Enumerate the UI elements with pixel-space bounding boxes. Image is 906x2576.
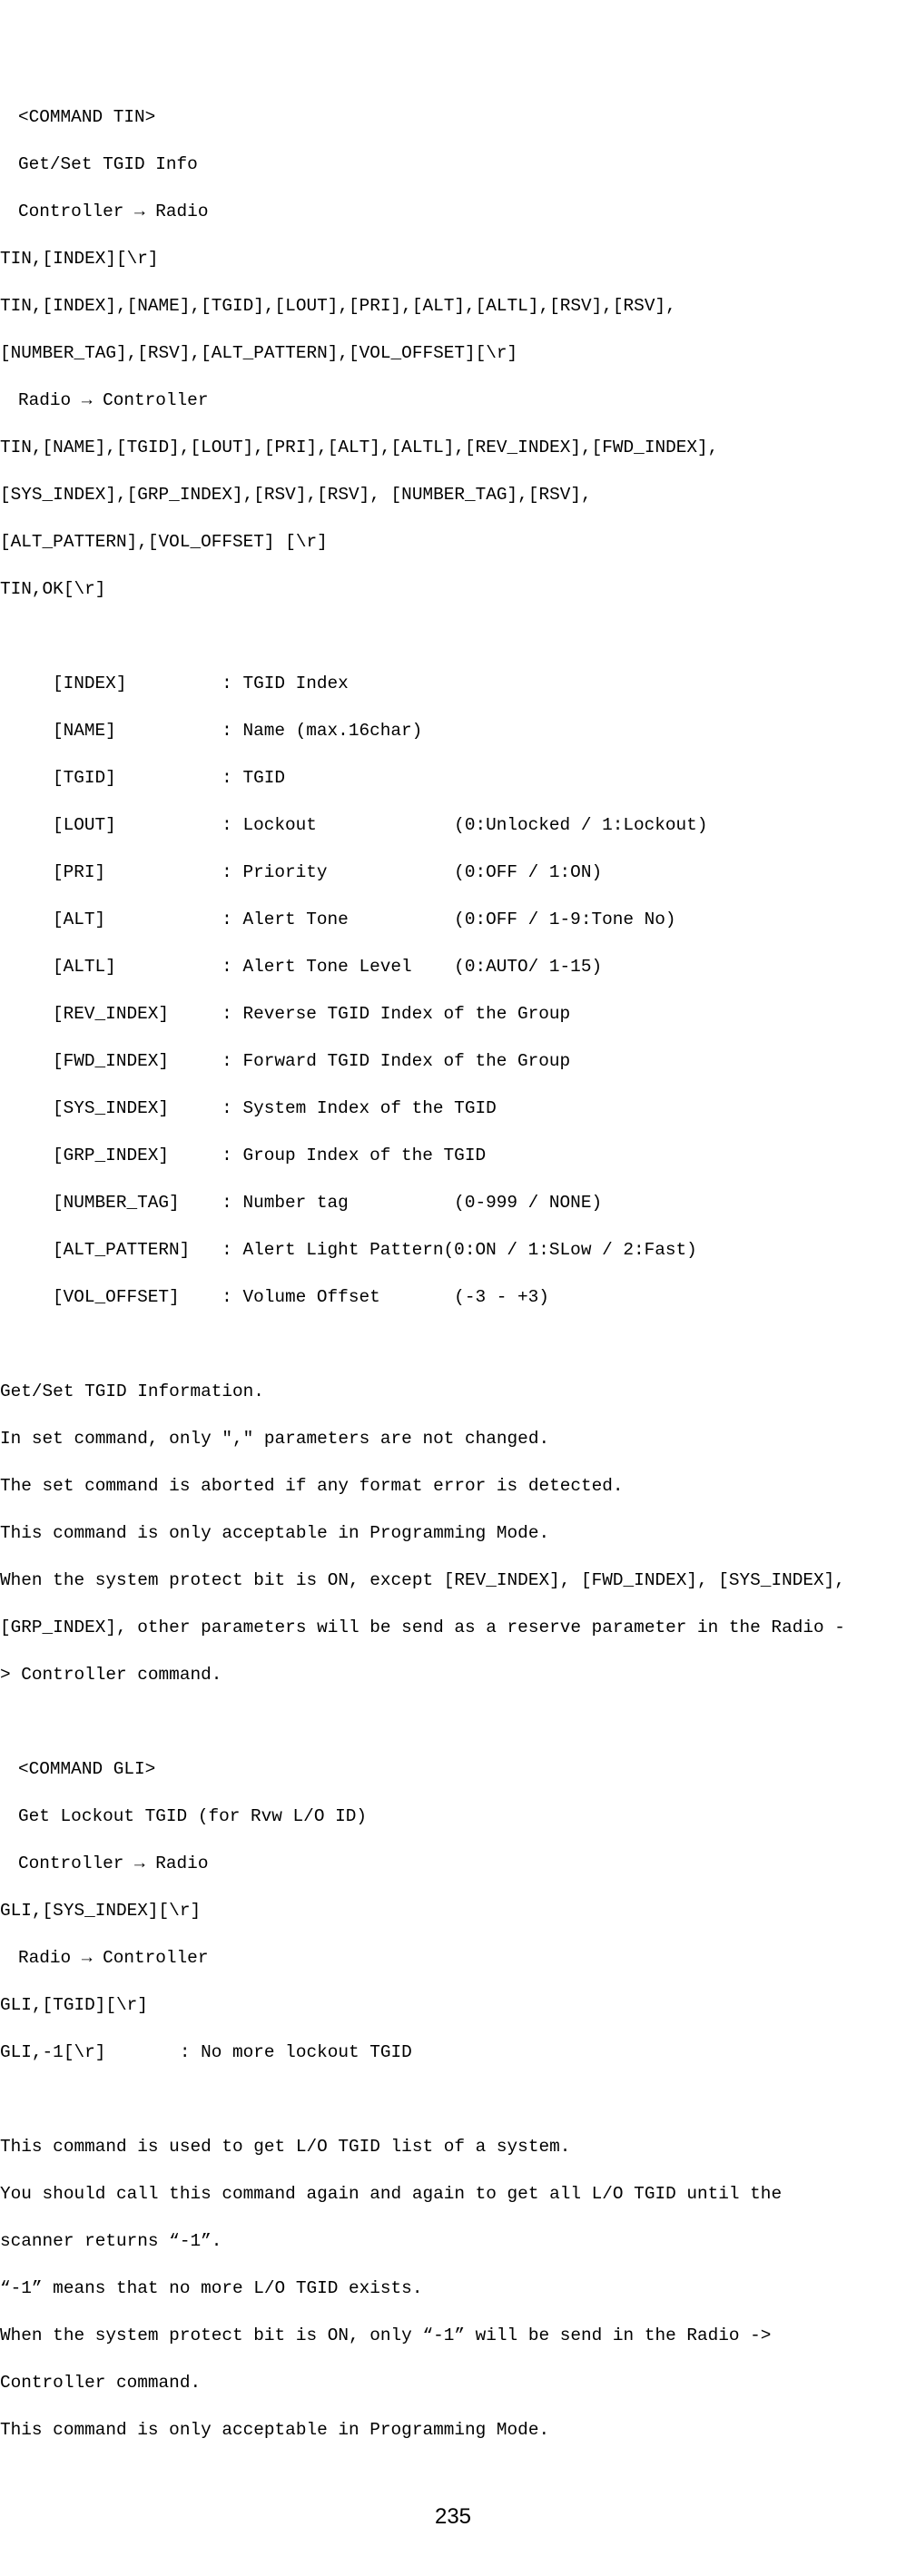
tin-param-name: [NAME] : Name (max.16char) [0, 719, 906, 742]
tin-param-alt: [ALT] : Alert Tone (0:OFF / 1-9:Tone No) [0, 908, 906, 931]
tin-desc-1: Get/Set TGID Information. [0, 1380, 906, 1403]
blank-line [0, 1332, 906, 1356]
tin-param-pri: [PRI] : Priority (0:OFF / 1:ON) [0, 860, 906, 884]
tin-param-number-tag: [NUMBER_TAG] : Number tag (0-999 / NONE) [0, 1191, 906, 1214]
tin-param-fwd-index: [FWD_INDEX] : Forward TGID Index of the … [0, 1049, 906, 1073]
blank-line [0, 624, 906, 648]
gli-ctr-line-1: GLI,[SYS_INDEX][\r] [0, 1899, 906, 1922]
tin-desc-4: This command is only acceptable in Progr… [0, 1521, 906, 1545]
tin-param-index: [INDEX] : TGID Index [0, 672, 906, 695]
page-number: 235 [0, 2505, 906, 2529]
tin-param-sys-index: [SYS_INDEX] : System Index of the TGID [0, 1096, 906, 1120]
command-tin-header: <COMMAND TIN> [0, 105, 906, 129]
blank-line [0, 2088, 906, 2111]
gli-desc-2: You should call this command again and a… [0, 2182, 906, 2206]
tin-param-alt-pattern: [ALT_PATTERN] : Alert Light Pattern(0:ON… [0, 1238, 906, 1262]
tin-controller-to-radio: Controller → Radio [0, 200, 906, 223]
command-gli-title: Get Lockout TGID (for Rvw L/O ID) [0, 1804, 906, 1828]
gli-desc-1: This command is used to get L/O TGID lis… [0, 2135, 906, 2158]
tin-desc-3: The set command is aborted if any format… [0, 1474, 906, 1498]
gli-desc-6: Controller command. [0, 2371, 906, 2394]
tin-ctr-line-3: [NUMBER_TAG],[RSV],[ALT_PATTERN],[VOL_OF… [0, 341, 906, 365]
command-tin-title: Get/Set TGID Info [0, 152, 906, 176]
gli-rtc-line-2: GLI,-1[\r] : No more lockout TGID [0, 2040, 906, 2064]
tin-rtc-line-1: TIN,[NAME],[TGID],[LOUT],[PRI],[ALT],[AL… [0, 436, 906, 459]
tin-rtc-line-3: [ALT_PATTERN],[VOL_OFFSET] [\r] [0, 530, 906, 554]
gli-rtc-line-1: GLI,[TGID][\r] [0, 1993, 906, 2017]
tin-param-vol-offset: [VOL_OFFSET] : Volume Offset (-3 - +3) [0, 1285, 906, 1309]
gli-desc-5: When the system protect bit is ON, only … [0, 2324, 906, 2347]
gli-controller-to-radio: Controller → Radio [0, 1852, 906, 1875]
tin-desc-5: When the system protect bit is ON, excep… [0, 1568, 906, 1592]
gli-desc-4: “-1” means that no more L/O TGID exists. [0, 2276, 906, 2300]
tin-param-rev-index: [REV_INDEX] : Reverse TGID Index of the … [0, 1002, 906, 1026]
tin-param-grp-index: [GRP_INDEX] : Group Index of the TGID [0, 1144, 906, 1167]
gli-radio-to-controller: Radio → Controller [0, 1946, 906, 1970]
tin-param-altl: [ALTL] : Alert Tone Level (0:AUTO/ 1-15) [0, 955, 906, 978]
tin-desc-7: > Controller command. [0, 1663, 906, 1686]
tin-param-tgid: [TGID] : TGID [0, 766, 906, 790]
tin-ctr-line-2: TIN,[INDEX],[NAME],[TGID],[LOUT],[PRI],[… [0, 294, 906, 318]
gli-desc-7: This command is only acceptable in Progr… [0, 2418, 906, 2442]
tin-desc-6: [GRP_INDEX], other parameters will be se… [0, 1616, 906, 1639]
blank-line [0, 1710, 906, 1734]
tin-rtc-line-2: [SYS_INDEX],[GRP_INDEX],[RSV],[RSV], [NU… [0, 483, 906, 506]
tin-ctr-line-1: TIN,[INDEX][\r] [0, 247, 906, 270]
tin-param-lout: [LOUT] : Lockout (0:Unlocked / 1:Lockout… [0, 813, 906, 837]
tin-rtc-line-4: TIN,OK[\r] [0, 577, 906, 601]
tin-desc-2: In set command, only "," parameters are … [0, 1427, 906, 1450]
tin-radio-to-controller: Radio → Controller [0, 388, 906, 412]
command-gli-header: <COMMAND GLI> [0, 1757, 906, 1781]
gli-desc-3: scanner returns “-1”. [0, 2229, 906, 2253]
